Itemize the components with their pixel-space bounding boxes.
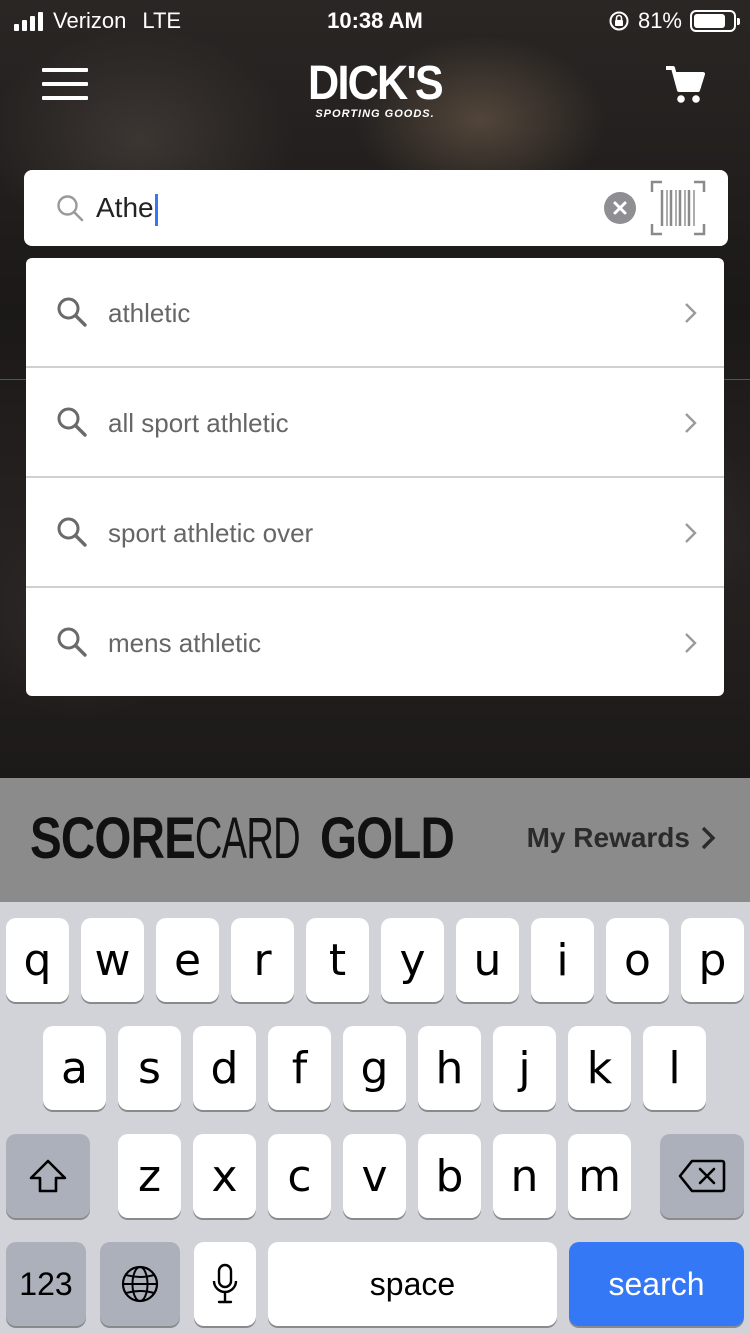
scorecard-gold: GOLD <box>319 806 455 871</box>
key-o[interactable]: o <box>606 918 669 1002</box>
key-u[interactable]: u <box>456 918 519 1002</box>
numbers-key[interactable]: 123 <box>6 1242 86 1326</box>
cart-icon <box>666 66 705 103</box>
menu-button[interactable] <box>42 68 88 100</box>
my-rewards-label: My Rewards <box>526 822 690 853</box>
key-g[interactable]: g <box>343 1026 406 1110</box>
key-v[interactable]: v <box>343 1134 406 1218</box>
key-f[interactable]: f <box>268 1026 331 1110</box>
search-icon <box>57 517 87 547</box>
key-w[interactable]: w <box>81 918 144 1002</box>
backspace-key[interactable] <box>660 1134 744 1218</box>
suggestion-label: all sport athletic <box>108 408 289 438</box>
search-icon <box>57 627 87 657</box>
suggestion-item[interactable]: sport athletic over <box>26 478 724 588</box>
scorecard-card: CARD <box>195 806 301 871</box>
key-k[interactable]: k <box>568 1026 631 1110</box>
battery-percent: 81% <box>637 8 682 33</box>
key-z[interactable]: z <box>118 1134 181 1218</box>
key-l[interactable]: l <box>643 1026 706 1110</box>
microphone-key[interactable] <box>194 1242 256 1326</box>
key-j[interactable]: j <box>493 1026 556 1110</box>
search-key[interactable]: search <box>569 1242 744 1326</box>
clear-button[interactable] <box>604 192 636 224</box>
key-s[interactable]: s <box>118 1026 181 1110</box>
chevron-right-icon <box>685 633 697 653</box>
suggestion-label: sport athletic over <box>108 518 314 548</box>
text-caret <box>154 193 158 226</box>
rotation-lock-icon <box>609 11 629 31</box>
backspace-icon <box>678 1159 726 1193</box>
search-input[interactable]: Athe <box>96 190 158 226</box>
clear-icon <box>613 201 627 215</box>
battery-icon <box>690 10 740 32</box>
key-r[interactable]: r <box>231 918 294 1002</box>
key-d[interactable]: d <box>193 1026 256 1110</box>
keyboard: q w e r t y u i o p a s d f g h j k l z … <box>0 902 750 1334</box>
key-m[interactable]: m <box>568 1134 631 1218</box>
key-h[interactable]: h <box>418 1026 481 1110</box>
space-key[interactable]: space <box>268 1242 557 1326</box>
scorecard-gold-logo: SCORE CARD GOLD <box>30 808 547 870</box>
globe-icon <box>121 1265 159 1303</box>
key-e[interactable]: e <box>156 918 219 1002</box>
shift-icon <box>29 1159 67 1193</box>
key-a[interactable]: a <box>43 1026 106 1110</box>
suggestion-item[interactable]: all sport athletic <box>26 368 724 478</box>
barcode-icon <box>650 180 706 236</box>
microphone-icon <box>212 1263 238 1304</box>
shift-key[interactable] <box>6 1134 90 1218</box>
search-icon <box>57 297 87 327</box>
chevron-right-icon <box>685 303 697 323</box>
key-b[interactable]: b <box>418 1134 481 1218</box>
suggestions-list: athletic all sport athletic sport athlet… <box>26 258 724 696</box>
logo[interactable]: DICK'S SPORTING GOODS. <box>300 60 450 126</box>
battery-fill <box>694 14 725 28</box>
chevron-right-icon <box>685 523 697 543</box>
key-i[interactable]: i <box>531 918 594 1002</box>
key-p[interactable]: p <box>681 918 744 1002</box>
key-y[interactable]: y <box>381 918 444 1002</box>
suggestion-item[interactable]: athletic <box>26 258 724 368</box>
my-rewards-link[interactable]: My Rewards <box>527 822 716 854</box>
rewards-banner: SCORE CARD GOLD My Rewards <box>0 778 750 908</box>
status-bar: Verizon LTE 10:38 AM 81% <box>0 0 750 40</box>
search-icon <box>57 195 84 222</box>
key-n[interactable]: n <box>493 1134 556 1218</box>
search-input-value: Athe <box>96 192 154 223</box>
key-t[interactable]: t <box>306 918 369 1002</box>
scorecard-score: SCORE <box>30 806 196 871</box>
search-icon <box>57 407 87 437</box>
logo-main: DICK'S <box>308 57 444 110</box>
key-x[interactable]: x <box>193 1134 256 1218</box>
barcode-scan-button[interactable] <box>650 180 706 236</box>
cart-button[interactable] <box>664 64 706 106</box>
chevron-right-icon <box>685 413 697 433</box>
chevron-right-icon <box>701 826 716 850</box>
status-right: 81% <box>608 8 740 34</box>
suggestion-item[interactable]: mens athletic <box>26 588 724 696</box>
key-c[interactable]: c <box>268 1134 331 1218</box>
key-q[interactable]: q <box>6 918 69 1002</box>
search-bar[interactable]: Athe <box>24 170 728 246</box>
globe-key[interactable] <box>100 1242 180 1326</box>
suggestion-label: athletic <box>108 298 191 328</box>
suggestion-label: mens athletic <box>108 628 262 658</box>
